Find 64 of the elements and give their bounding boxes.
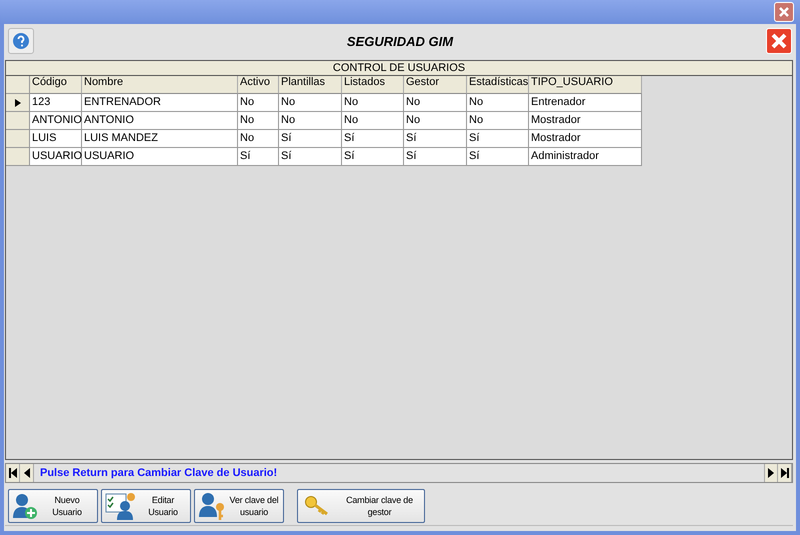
next-record-icon bbox=[768, 468, 774, 478]
table-cell: No bbox=[238, 94, 279, 112]
window-title: SEGURIDAD GIM bbox=[346, 34, 454, 48]
table-cell: Mostrador bbox=[529, 130, 642, 148]
first-record-icon bbox=[8, 468, 16, 478]
table-cell: No bbox=[238, 112, 279, 130]
user-add-icon bbox=[12, 492, 38, 520]
table-cell: ANTONIO bbox=[82, 112, 238, 130]
help-icon[interactable] bbox=[8, 28, 34, 54]
table-cell: Administrador bbox=[529, 148, 642, 166]
table-cell: No bbox=[342, 94, 404, 112]
status-message: Pulse Return para Cambiar Clave de Usuario! bbox=[39, 467, 278, 479]
table-cell: No bbox=[279, 94, 342, 112]
table-cell: LUIS bbox=[30, 130, 82, 148]
last-record-button[interactable] bbox=[778, 464, 792, 482]
next-record-button[interactable] bbox=[764, 464, 778, 482]
table-cell: Mostrador bbox=[529, 112, 642, 130]
table-cell: No bbox=[342, 112, 404, 130]
close-icon[interactable] bbox=[766, 28, 792, 54]
new-user-button[interactable]: Nuevo Usuario bbox=[8, 489, 98, 523]
user-key-icon bbox=[198, 491, 226, 521]
grid-caption: CONTROL DE USUARIOS bbox=[6, 61, 792, 76]
table-cell: No bbox=[279, 112, 342, 130]
table-cell: USUARIO bbox=[30, 148, 82, 166]
table-cell: USUARIO bbox=[82, 148, 238, 166]
row-pointer-icon bbox=[14, 98, 20, 106]
column-header[interactable]: Gestor bbox=[404, 76, 467, 94]
column-header[interactable]: TIPO_USUARIO bbox=[529, 76, 642, 94]
column-header[interactable]: Plantillas bbox=[279, 76, 342, 94]
last-record-icon bbox=[780, 468, 788, 478]
table-cell: Sí bbox=[467, 130, 529, 148]
change-key-button[interactable]: Cambiar clave de gestor bbox=[297, 489, 425, 523]
table-cell: No bbox=[238, 130, 279, 148]
table-cell: LUIS MANDEZ bbox=[82, 130, 238, 148]
column-header[interactable]: Estadísticas bbox=[467, 76, 529, 94]
table-cell: Sí bbox=[279, 130, 342, 148]
table-cell: No bbox=[404, 112, 467, 130]
table-cell: Sí bbox=[342, 130, 404, 148]
table-cell: No bbox=[404, 94, 467, 112]
table-cell: Sí bbox=[404, 130, 467, 148]
column-header[interactable]: Código bbox=[30, 76, 82, 94]
table-cell: Sí bbox=[279, 148, 342, 166]
table-cell: ENTRENADOR bbox=[82, 94, 238, 112]
table-cell: Sí bbox=[342, 148, 404, 166]
column-header[interactable]: Nombre bbox=[82, 76, 238, 94]
table-cell: Sí bbox=[238, 148, 279, 166]
table-cell: No bbox=[467, 112, 529, 130]
key-icon bbox=[304, 495, 330, 517]
close-icon[interactable] bbox=[774, 2, 794, 22]
previous-record-button[interactable] bbox=[20, 464, 34, 482]
table-cell: Sí bbox=[467, 148, 529, 166]
table-cell: Entrenador bbox=[529, 94, 642, 112]
table-cell: No bbox=[467, 94, 529, 112]
view-key-button[interactable]: Ver clave del usuario bbox=[194, 489, 284, 523]
user-checklist-icon bbox=[105, 492, 137, 520]
first-record-button[interactable] bbox=[6, 464, 20, 482]
previous-record-icon bbox=[24, 468, 30, 478]
table-cell: Sí bbox=[404, 148, 467, 166]
row-selector[interactable] bbox=[6, 94, 30, 112]
edit-user-button[interactable]: Editar Usuario bbox=[101, 489, 191, 523]
table-cell: 123 bbox=[30, 94, 82, 112]
column-header[interactable]: Activo bbox=[238, 76, 279, 94]
column-header[interactable]: Listados bbox=[342, 76, 404, 94]
table-cell: ANTONIO bbox=[30, 112, 82, 130]
